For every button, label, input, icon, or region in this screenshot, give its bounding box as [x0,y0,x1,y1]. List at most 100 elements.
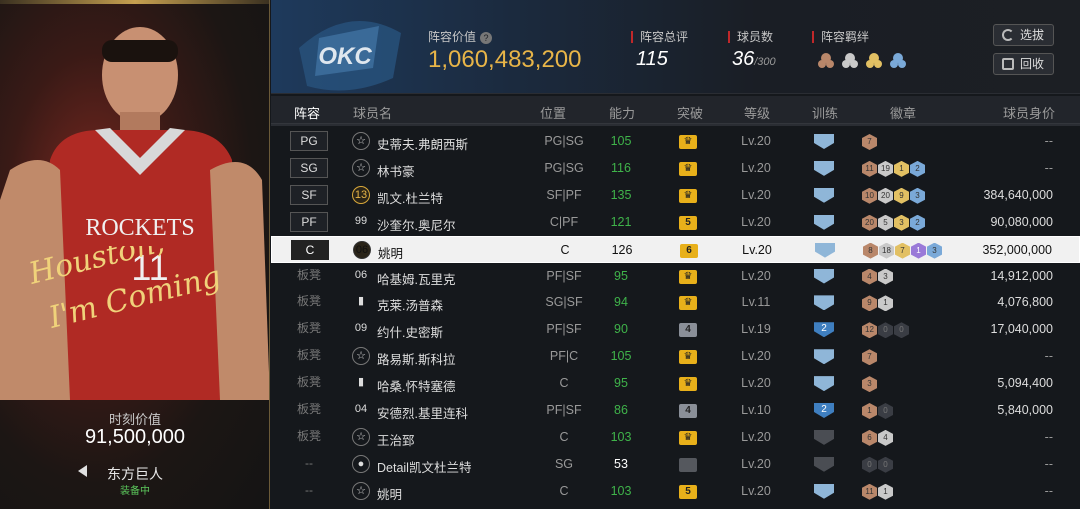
table-row[interactable]: -- ☆ 姚明 C 103 5 Lv.20 11 1 -- [271,478,1080,505]
lineup-slot[interactable]: 板凳 [290,373,328,393]
player-name[interactable]: 约什.史密斯 [377,322,443,341]
breakthrough-icon[interactable]: ♛ [679,269,697,284]
breakthrough-icon[interactable]: 4 [679,323,697,338]
training-shield-icon[interactable] [814,187,834,203]
player-name[interactable]: Detail凯文杜兰特 [377,457,471,476]
breakthrough-icon[interactable]: ♛ [679,135,697,149]
table-row[interactable]: SF 13 凯文.杜兰特 SF|PF 135 ♛ Lv.20 10 20 9 3 384,640,00… [271,182,1080,209]
training-shield-icon[interactable] [814,268,834,284]
badge-list[interactable]: 11 1 [862,483,894,501]
training-shield-icon[interactable] [814,376,834,392]
table-row[interactable]: SG ☆ 林书豪 PG|SG 116 ♛ Lv.20 11 19 1 2 -- [271,155,1080,182]
badge-list[interactable]: 7 [862,348,878,366]
recycle-button[interactable]: 回收 [993,53,1054,75]
star-icon: ☆ [352,132,370,150]
breakthrough-icon[interactable] [679,457,697,472]
breakthrough-icon[interactable]: ♛ [679,188,697,203]
breakthrough-icon[interactable]: ♛ [679,350,697,365]
badge-list[interactable]: 12 0 0 [862,321,910,339]
badge-list[interactable]: 91 [862,294,894,312]
badge-list[interactable]: 43 [862,268,894,286]
lineup-slot[interactable]: 板凳 [290,427,328,447]
lineup-slot[interactable]: -- [290,454,328,474]
breakthrough-icon[interactable]: 4 [679,404,697,418]
badge-list[interactable]: 10 20 9 3 [862,187,926,205]
player-name[interactable]: 凯文.杜兰特 [377,188,443,207]
col-player-worth[interactable]: 球员身价 [1003,103,1055,122]
breakthrough-icon[interactable]: 5 [679,215,697,230]
breakthrough-icon[interactable]: ♛ [679,296,697,311]
lineup-slot[interactable]: -- [290,481,328,501]
table-row[interactable]: C 06 姚明 C 126 6 Lv.20 8 18 7 1 3 352,000,000 [271,235,1080,263]
player-name[interactable]: 王治郅 [377,430,415,449]
training-shield-icon[interactable] [814,160,834,176]
lineup-slot[interactable]: PG [290,131,328,151]
badge-list[interactable]: 20 5 3 2 [862,214,926,232]
player-name[interactable]: 哈桑.怀特塞德 [377,376,455,395]
table-row[interactable]: 板凳 ☆ 王治郅 C 103 ♛ Lv.20 6 4 -- [271,424,1080,451]
training-shield-icon[interactable] [815,242,835,258]
lineup-slot[interactable]: SG [290,157,328,178]
col-level[interactable]: 等级 [744,103,770,122]
col-breakthrough[interactable]: 突破 [677,103,703,122]
training-shield-icon[interactable] [814,295,834,311]
training-shield-icon[interactable] [814,214,834,230]
col-player-name[interactable]: 球员名 [353,103,392,122]
breakthrough-icon[interactable]: ♛ [679,377,697,392]
table-row[interactable]: PF 99 沙奎尔.奥尼尔 C|PF 121 5 Lv.20 20 5 3 2 90,080,000 [271,209,1080,236]
lineup-slot[interactable]: SF [290,184,328,205]
player-name[interactable]: 克莱.汤普森 [377,295,443,314]
select-button[interactable]: 选拔 [993,24,1054,46]
badge-list[interactable]: 8 18 7 1 3 [863,242,943,260]
breakthrough-icon[interactable]: ♛ [679,161,697,176]
breakthrough-icon[interactable]: ♛ [679,430,697,445]
player-name[interactable]: 路易斯.斯科拉 [377,349,455,368]
training-shield-icon[interactable] [814,429,834,445]
player-name[interactable]: 沙奎尔.奥尼尔 [377,215,455,234]
lineup-slot[interactable]: 板凳 [290,400,328,420]
lineup-slot[interactable]: 板凳 [290,346,328,366]
badge-list[interactable]: 7 [862,133,878,151]
training-shield-icon[interactable]: 2 [814,322,834,338]
training-shield-icon[interactable] [814,483,834,499]
bond-icons[interactable] [818,50,908,70]
player-name[interactable]: 安德烈.基里连科 [377,403,468,422]
lineup-slot[interactable]: 板凳 [290,266,328,286]
table-row[interactable]: 板凳 06 哈基姆.瓦里克 PF|SF 95 ♛ Lv.20 4 3 14,912,000 [271,263,1080,290]
breakthrough-icon[interactable]: 5 [679,484,697,499]
col-position[interactable]: 位置 [540,103,566,122]
lineup-slot[interactable]: PF [290,211,328,232]
player-name[interactable]: 史蒂夫.弗朗西斯 [377,134,468,153]
badge-list[interactable]: 64 [862,429,894,447]
table-row[interactable]: 板凳 ☆ 路易斯.斯科拉 PF|C 105 ♛ Lv.20 7 -- [271,343,1080,370]
col-training[interactable]: 训练 [812,103,838,122]
training-shield-icon[interactable]: 2 [814,403,834,418]
col-ability[interactable]: 能力 [609,103,635,122]
player-name[interactable]: 姚明 [378,243,403,262]
lineup-slot[interactable]: 板凳 [290,292,328,312]
table-row[interactable]: 板凳 ▮ 哈桑.怀特塞德 C 95 ♛ Lv.20 3 5,094,400 [271,370,1080,397]
badge-icon: 3 [910,187,925,204]
badge-list[interactable]: 3 [862,375,878,393]
col-lineup[interactable]: 阵容 [294,103,320,122]
lineup-slot[interactable]: C [291,239,329,260]
training-shield-icon[interactable] [814,134,834,149]
badge-list[interactable]: 00 [862,456,894,474]
breakthrough-icon[interactable]: 6 [680,243,698,258]
table-row[interactable]: 板凳 09 约什.史密斯 PF|SF 90 4 Lv.19 2 12 0 0 17,040,000 [271,316,1080,343]
badge-list[interactable]: 11 19 1 2 [862,160,926,178]
player-position: PG|SG [544,160,584,175]
training-shield-icon[interactable] [814,349,834,365]
player-name[interactable]: 姚明 [377,484,402,503]
training-shield-icon[interactable] [814,456,834,472]
table-row[interactable]: 板凳 04 安德烈.基里连科 PF|SF 86 4 Lv.10 2 1 0 5,840,000 [271,397,1080,424]
lineup-slot[interactable]: 板凳 [290,319,328,339]
table-row[interactable]: PG ☆ 史蒂夫.弗朗西斯 PG|SG 105 ♛ Lv.20 7 -- [271,128,1080,155]
badge-list[interactable]: 10 [862,402,894,420]
help-icon[interactable]: ? [480,32,493,44]
player-name[interactable]: 林书豪 [377,161,415,180]
col-badges[interactable]: 徽章 [890,103,916,122]
player-name[interactable]: 哈基姆.瓦里克 [377,269,455,288]
table-row[interactable]: -- ● Detail凯文杜兰特 SG 53 Lv.20 0 0 -- [271,451,1080,478]
table-row[interactable]: 板凳 ▮ 克莱.汤普森 SG|SF 94 ♛ Lv.11 9 1 4,076,800 [271,289,1080,316]
